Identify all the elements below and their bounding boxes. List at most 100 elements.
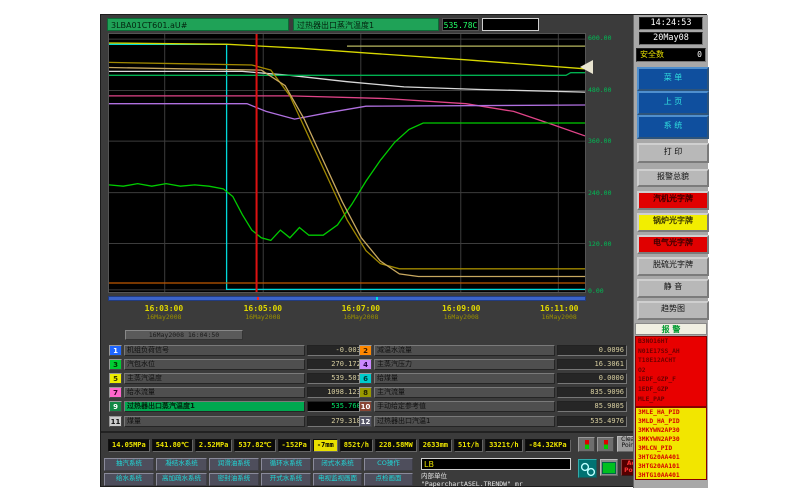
- trend-lines-canvas: [109, 34, 585, 292]
- nav-button-1-5[interactable]: 闭式水系统: [313, 458, 362, 471]
- nav-button-2-4[interactable]: 开式水系统: [261, 473, 311, 486]
- sidebar-button-print[interactable]: 打 印: [637, 143, 709, 163]
- alarm-item[interactable]: O2: [636, 366, 706, 376]
- pen-color-chip: 8: [359, 387, 372, 398]
- pen-row-7[interactable]: 7 给水流量 1098.1234: [109, 387, 368, 398]
- alarm-list-header: 报 警: [635, 323, 707, 335]
- alarm-item[interactable]: N01E17SS_AH: [636, 347, 706, 357]
- pen-row-3[interactable]: 3 汽包水位 270.1721: [109, 359, 368, 370]
- nav-button-1-6[interactable]: CO操作: [364, 458, 413, 471]
- x-axis-tick: 16:03:0016May2008: [145, 304, 184, 321]
- nav-button-2-2[interactable]: 高加疏水系统: [156, 473, 207, 486]
- pen-color-chip: 5: [109, 373, 122, 384]
- pen-row-6[interactable]: 6 给煤量 0.0000: [359, 373, 627, 384]
- live-value: -7mm: [313, 439, 338, 452]
- pen-tag-bar[interactable]: 3LBA01CT601.aU#: [107, 18, 289, 31]
- sidebar-button-menu[interactable]: 菜 单: [637, 67, 709, 91]
- y-axis-tick: 120.00: [588, 240, 611, 248]
- alarm-item[interactable]: MLE_PAP: [636, 395, 706, 405]
- clock-date: 20May08: [639, 32, 703, 45]
- nav-button-2-5[interactable]: 电视监视画面: [313, 473, 362, 486]
- nav-button-2-1[interactable]: 给水系统: [104, 473, 154, 486]
- nav-button-1-1[interactable]: 抽汽系统: [104, 458, 154, 471]
- live-value: 14.05MPa: [108, 439, 150, 452]
- sidebar-button-fgd-annunciator[interactable]: 脱硫光字牌: [637, 257, 709, 276]
- screen-icon-button[interactable]: [600, 459, 618, 476]
- alarm-item[interactable]: 1EDF_GZP_F: [636, 375, 706, 385]
- tag-input-field[interactable]: [482, 18, 539, 31]
- alarm-item[interactable]: 3HTG20AA101: [636, 462, 706, 471]
- pen-color-chip: 6: [359, 373, 372, 384]
- pen-label[interactable]: 汽包水位: [124, 359, 305, 370]
- dcs-trend-window: 3LBA01CT601.aU# 过热器出口蒸汽温度1 535.78C 600.0…: [100, 14, 707, 487]
- time-scrollbar[interactable]: [108, 296, 586, 301]
- nav-button-1-4[interactable]: 循环水系统: [261, 458, 311, 471]
- divider: [101, 431, 633, 433]
- pen-label[interactable]: 煤量: [124, 416, 305, 427]
- pen-row-9-selected[interactable]: 9 过热器出口蒸汽温度1 535.7600: [109, 401, 368, 412]
- sidebar-button-prev-page[interactable]: 上 页: [637, 91, 709, 115]
- pen-color-chip: 9: [109, 401, 122, 412]
- nav-button-1-2[interactable]: 凝结水系统: [156, 458, 207, 471]
- pen-label[interactable]: 过热器出口汽温1: [374, 416, 555, 427]
- pen-row-5[interactable]: 5 主蒸汽温度 539.5010: [109, 373, 368, 384]
- pen-value: 835.9096: [557, 387, 627, 398]
- sidebar-button-system[interactable]: 系 统: [637, 115, 709, 139]
- pen-label[interactable]: 减温水流量: [374, 345, 555, 356]
- alarm-item[interactable]: 1EDF_GZP: [636, 385, 706, 395]
- alarm-item[interactable]: 3MLD_HA_PID: [636, 417, 706, 426]
- trend-plot[interactable]: [108, 33, 586, 293]
- pen-label[interactable]: 给煤量: [374, 373, 555, 384]
- alarm-item[interactable]: 3HTG20AA401: [636, 453, 706, 462]
- pen-row-12[interactable]: 12 过热器出口汽温1 535.4976: [359, 416, 627, 427]
- live-value: 541.80℃: [152, 439, 193, 452]
- alarm-item[interactable]: B3NO16HT: [636, 337, 706, 347]
- sidebar-button-boiler-annunciator[interactable]: 锅炉光字牌: [637, 213, 709, 232]
- pen-value-readout: 535.78C: [442, 18, 479, 31]
- alarm-item[interactable]: 3MKYWN2AP30: [636, 435, 706, 444]
- pen-label[interactable]: 过热器出口蒸汽温度1: [124, 401, 305, 412]
- pen-row-4[interactable]: 4 主蒸汽压力 16.3061: [359, 359, 627, 370]
- io-info-line1: 内部单位: [421, 472, 447, 480]
- nav-button-2-6[interactable]: 点检画面: [364, 473, 413, 486]
- x-axis-tick: 16:11:0016May2008: [540, 304, 579, 321]
- sidebar-button-turbine-annunciator[interactable]: 汽机光字牌: [637, 191, 709, 210]
- alarm-item[interactable]: 3MLCN_PID: [636, 444, 706, 453]
- nav-button-1-3[interactable]: 润滑油系统: [209, 458, 259, 471]
- pen-row-10[interactable]: 10 手动给定参考值 85.9805: [359, 401, 627, 412]
- pen-label[interactable]: 手动给定参考值: [374, 401, 555, 412]
- pen-value: 535.4976: [557, 416, 627, 427]
- live-value: 3321t/h: [485, 439, 523, 452]
- pen-label[interactable]: 给水流量: [124, 387, 305, 398]
- pen-row-11[interactable]: 11 煤量 279.3180: [109, 416, 368, 427]
- alarm-item[interactable]: T18E12ACHT: [636, 356, 706, 366]
- alarm-item[interactable]: 3HTG10AA401: [636, 471, 706, 480]
- io-info-line2: "PaperchartASEL.TRENDW" mr: [421, 480, 523, 488]
- sidebar-button-trend[interactable]: 趋势图: [637, 301, 709, 320]
- pen-color-chip: 11: [109, 416, 122, 427]
- sidebar-button-electrical-annunciator[interactable]: 电气光字牌: [637, 235, 709, 254]
- nav-button-2-3[interactable]: 密封油系统: [209, 473, 259, 486]
- sidebar-button-mute[interactable]: 静 音: [637, 279, 709, 298]
- live-values-strip: 14.05MPa541.80℃2.52MPa537.82℃-152Pa-7mm8…: [108, 439, 573, 452]
- command-input-field[interactable]: LB: [421, 458, 571, 470]
- pen-name-bar[interactable]: 过热器出口蒸汽温度1: [293, 18, 439, 31]
- safety-label: 安全数: [640, 49, 664, 61]
- red-green-indicator-icon: [585, 440, 589, 449]
- indicator-button-1[interactable]: [578, 437, 595, 452]
- y-axis-tick: 480.00: [588, 86, 611, 94]
- link-icon-button[interactable]: [578, 459, 597, 478]
- pen-label[interactable]: 主蒸汽压力: [374, 359, 555, 370]
- pen-label[interactable]: 主汽流量: [374, 387, 555, 398]
- sidebar-button-alarm-summary[interactable]: 报警总貌: [637, 169, 709, 187]
- alarm-item[interactable]: 3MKYWN2AP30: [636, 426, 706, 435]
- y-axis-tick: 600.00: [588, 34, 611, 42]
- alarm-item[interactable]: 3MLE_HA_PID: [636, 408, 706, 417]
- indicator-button-2[interactable]: [597, 437, 614, 452]
- pen-row-1[interactable]: 1 机组负荷信号 -0.0033: [109, 345, 368, 356]
- pen-label[interactable]: 主蒸汽温度: [124, 373, 305, 384]
- pen-row-2[interactable]: 2 减温水流量 0.0096: [359, 345, 627, 356]
- pen-row-8[interactable]: 8 主汽流量 835.9096: [359, 387, 627, 398]
- y-axis-labels: 600.00480.00360.00240.00120.000.00: [588, 33, 630, 295]
- pen-label[interactable]: 机组负荷信号: [124, 345, 305, 356]
